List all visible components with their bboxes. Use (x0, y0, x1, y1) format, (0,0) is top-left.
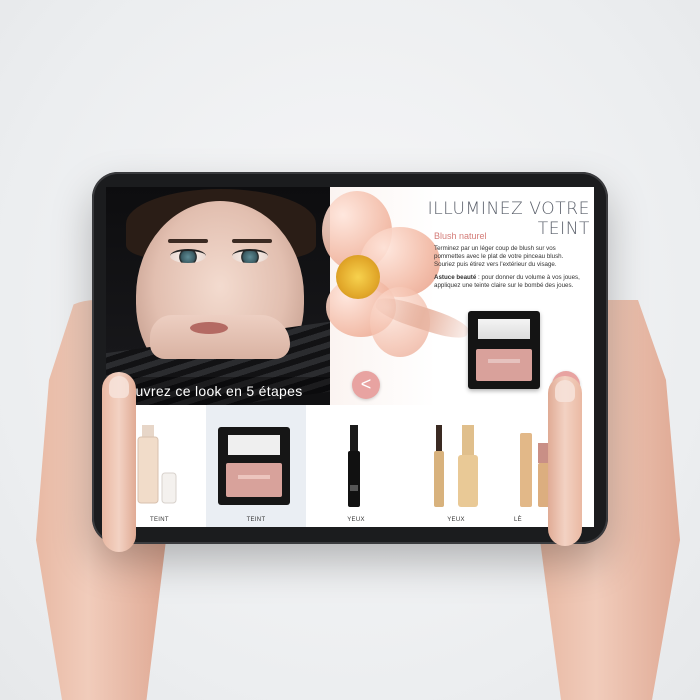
product-item[interactable]: YEUX (406, 405, 506, 527)
product-carousel: TEINT TEINT YEUX YEUX LÈ (106, 405, 594, 527)
tip-text: Terminez par un léger coup de blush sur … (434, 245, 584, 295)
hero-tip-panel: ILLUMINEZ VOTRE TEINT Blush naturel Term… (322, 187, 594, 405)
tablet-screen: écouvrez ce look en 5 étapes ILLUMINEZ V… (106, 187, 594, 527)
product-category-label: YEUX (447, 517, 465, 523)
section-subtitle: Blush naturel (434, 231, 487, 241)
blush-compact-image (468, 311, 540, 389)
product-category-label: TEINT (246, 517, 266, 523)
product-item[interactable]: YEUX (306, 405, 406, 527)
foundation-bottle-icon (137, 425, 177, 504)
instruction-paragraph: Terminez par un léger coup de blush sur … (434, 245, 564, 268)
chevron-left-icon: < (360, 374, 372, 394)
eyeliner-icon (348, 425, 360, 507)
blush-compact-icon (218, 427, 290, 505)
left-thumb (102, 372, 136, 552)
product-item-active[interactable]: TEINT (206, 405, 306, 527)
look-steps-caption[interactable]: écouvrez ce look en 5 étapes (106, 377, 330, 405)
beauty-tip-paragraph: Astuce beauté : pour donner du volume à … (434, 274, 580, 289)
right-thumb (548, 376, 582, 546)
flower-center (336, 255, 380, 299)
product-category-label: YEUX (347, 517, 365, 523)
hero-model-image[interactable]: écouvrez ce look en 5 étapes (106, 187, 330, 405)
prev-arrow-button[interactable]: < (352, 371, 380, 399)
mascara-icon (434, 425, 478, 507)
